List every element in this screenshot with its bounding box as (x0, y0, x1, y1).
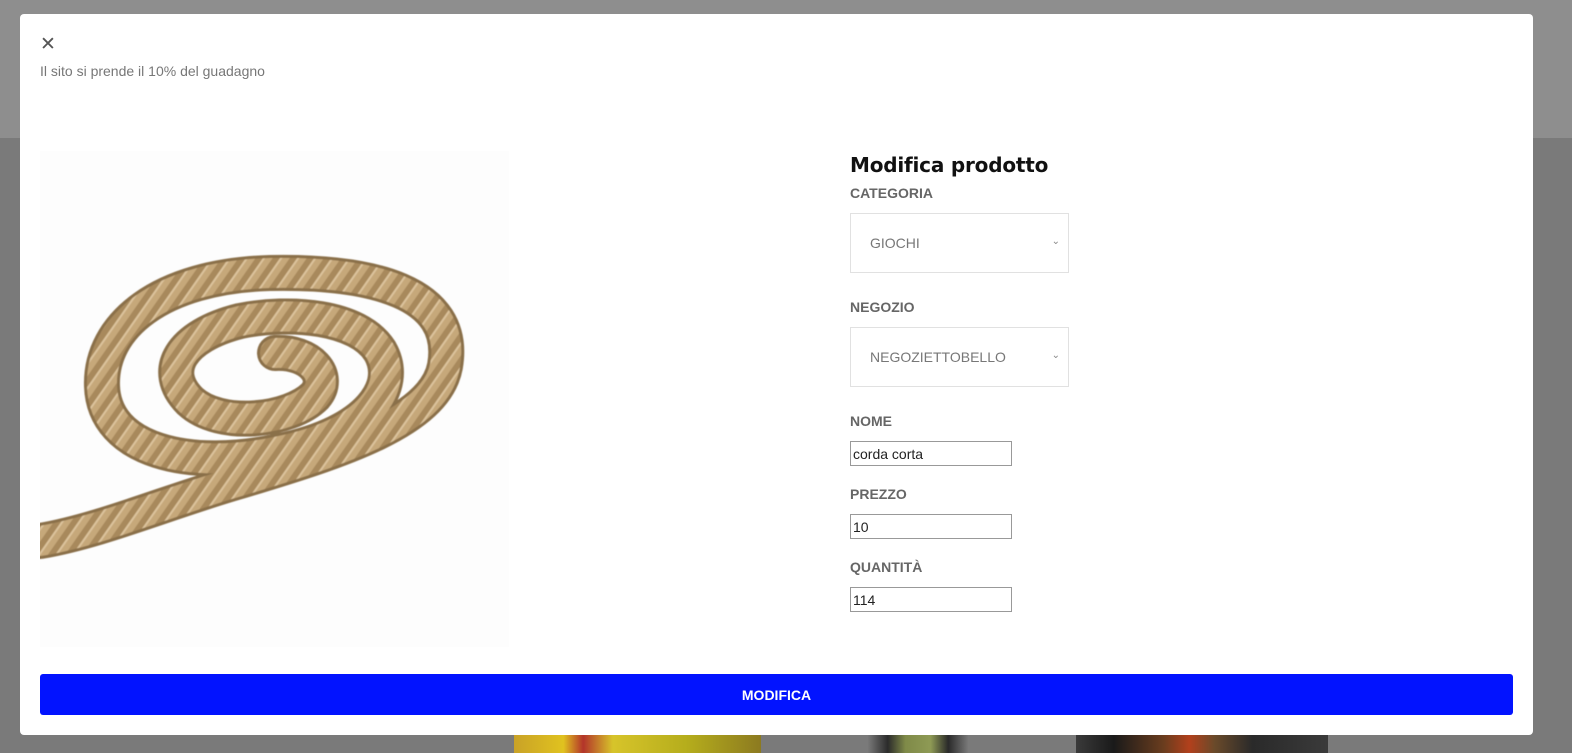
edit-product-modal: ✕ Il sito si prende il 10% del guadagno … (20, 14, 1533, 735)
modifica-button[interactable]: MODIFICA (40, 674, 1513, 715)
prezzo-label: PREZZO (850, 486, 907, 502)
negozio-select[interactable]: NEGOZIETTOBELLO ⌄ (850, 327, 1069, 387)
categoria-selected-value: GIOCHI (870, 235, 920, 251)
quantita-input[interactable] (850, 587, 1012, 612)
negozio-selected-value: NEGOZIETTOBELLO (870, 349, 1006, 365)
categoria-label: CATEGORIA (850, 185, 933, 201)
chevron-down-icon: ⌄ (1051, 236, 1060, 247)
close-icon[interactable]: ✕ (40, 35, 56, 54)
product-image (22, 151, 509, 647)
categoria-select[interactable]: GIOCHI ⌄ (850, 213, 1069, 273)
nome-input[interactable] (850, 441, 1012, 466)
background-product-thumbnail (792, 735, 1044, 753)
background-product-thumbnail (1076, 735, 1328, 753)
negozio-label: NEGOZIO (850, 299, 915, 315)
quantita-label: QUANTITÀ (850, 559, 923, 575)
commission-note: Il sito si prende il 10% del guadagno (40, 63, 265, 79)
prezzo-input[interactable] (850, 514, 1012, 539)
background-product-thumbnail (514, 735, 761, 753)
form-title: Modifica prodotto (850, 153, 1049, 177)
edit-product-form: Modifica prodotto CATEGORIA GIOCHI ⌄ NEG… (850, 153, 1250, 612)
nome-label: NOME (850, 413, 892, 429)
rope-image (22, 254, 465, 559)
chevron-down-icon: ⌄ (1051, 350, 1060, 361)
